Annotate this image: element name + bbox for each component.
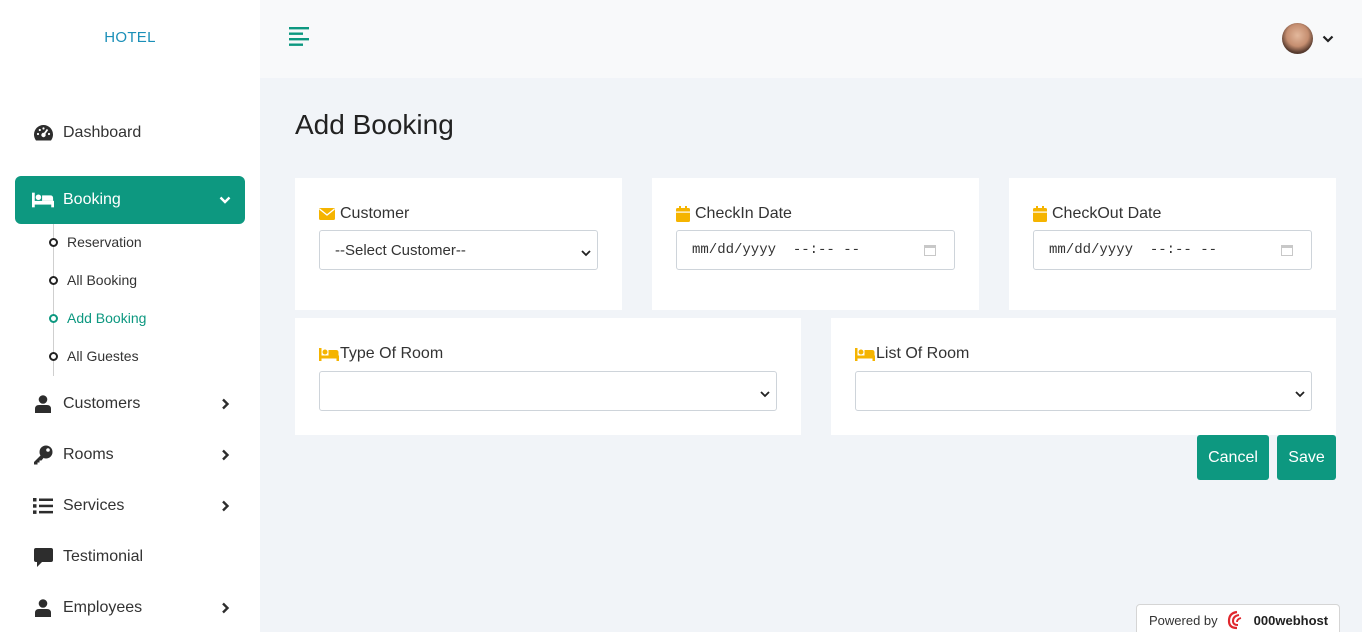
submenu-item-add-booking[interactable]: Add Booking — [49, 308, 146, 328]
customer-select[interactable]: --Select Customer-- — [319, 230, 598, 270]
sidebar-item-label: Employees — [63, 599, 143, 616]
chevron-right-icon — [219, 448, 231, 462]
chevron-down-icon — [1295, 386, 1305, 403]
sidebar-item-label: Services — [63, 497, 125, 514]
room-type-select[interactable] — [319, 371, 777, 411]
submenu-item-reservation[interactable]: Reservation — [49, 232, 142, 252]
sidebar-item-label: Dashboard — [63, 124, 142, 141]
sidebar-item-booking[interactable]: Booking — [15, 176, 245, 224]
submenu-item-label: Reservation — [67, 234, 142, 250]
bed-icon — [319, 347, 339, 361]
sidebar-item-employees[interactable]: Employees — [15, 584, 245, 632]
chevron-down-icon — [219, 193, 231, 207]
circle-icon — [49, 351, 58, 361]
sidebar-item-rooms[interactable]: Rooms — [15, 431, 245, 479]
comment-icon — [32, 546, 54, 568]
chevron-right-icon — [219, 499, 231, 513]
calendar-icon — [676, 206, 690, 222]
sidebar-item-label: Customers — [63, 395, 141, 412]
envelope-icon — [319, 207, 335, 220]
submenu-item-label: All Booking — [67, 272, 138, 288]
page-title: Add Booking — [295, 109, 454, 140]
bed-icon — [32, 189, 54, 211]
sidebar-item-label: Rooms — [63, 446, 114, 463]
room-list-label: List Of Room — [855, 345, 969, 363]
save-button[interactable]: Save — [1277, 435, 1336, 480]
checkout-datetime-input[interactable]: mm/dd/yyyy --:-- -- — [1033, 230, 1312, 270]
sidebar-item-dashboard[interactable]: Dashboard — [15, 109, 245, 157]
room-list-select[interactable] — [855, 371, 1312, 411]
cancel-button[interactable]: Cancel — [1197, 435, 1269, 480]
chevron-down-icon[interactable] — [1322, 32, 1334, 44]
chevron-down-icon — [581, 245, 591, 262]
list-icon — [32, 495, 54, 517]
checkout-label: CheckOut Date — [1033, 205, 1161, 223]
top-navbar — [260, 0, 1362, 78]
key-icon — [32, 444, 54, 466]
menu-toggle-icon[interactable] — [289, 26, 311, 46]
circle-icon — [49, 313, 58, 323]
circle-icon — [49, 275, 58, 285]
customer-label: Customer — [319, 205, 409, 223]
calendar-icon — [1033, 206, 1047, 222]
chevron-right-icon — [219, 601, 231, 615]
chevron-right-icon — [219, 397, 231, 411]
room-type-label: Type Of Room — [319, 345, 443, 363]
submenu-item-label: Add Booking — [67, 310, 147, 326]
sidebar-item-label: Booking — [63, 191, 121, 208]
submenu-item-all-guestes[interactable]: All Guestes — [49, 346, 139, 366]
sidebar-item-testimonial[interactable]: Testimonial — [15, 533, 245, 581]
sidebar: HOTEL Dashboard Booking Reservation All … — [0, 0, 260, 632]
submenu-item-label: All Guestes — [67, 348, 139, 364]
circle-icon — [49, 237, 58, 247]
checkin-datetime-input[interactable]: mm/dd/yyyy --:-- -- — [676, 230, 955, 270]
webhost-logo-icon — [1227, 610, 1241, 630]
user-icon — [32, 393, 54, 415]
sidebar-item-services[interactable]: Services — [15, 482, 245, 530]
brand-logo-text[interactable]: HOTEL — [0, 29, 260, 46]
submenu-item-all-booking[interactable]: All Booking — [49, 270, 137, 290]
bed-icon — [855, 347, 875, 361]
user-avatar[interactable] — [1282, 23, 1313, 54]
calendar-icon[interactable] — [924, 244, 936, 261]
chevron-down-icon — [760, 386, 770, 403]
sidebar-item-customers[interactable]: Customers — [15, 380, 245, 428]
powered-by-badge[interactable]: Powered by 000webhost — [1136, 604, 1340, 632]
checkin-label: CheckIn Date — [676, 205, 792, 223]
gauge-icon — [32, 122, 54, 144]
sidebar-item-label: Testimonial — [63, 548, 144, 565]
user-icon — [32, 597, 54, 619]
calendar-icon[interactable] — [1281, 244, 1293, 261]
